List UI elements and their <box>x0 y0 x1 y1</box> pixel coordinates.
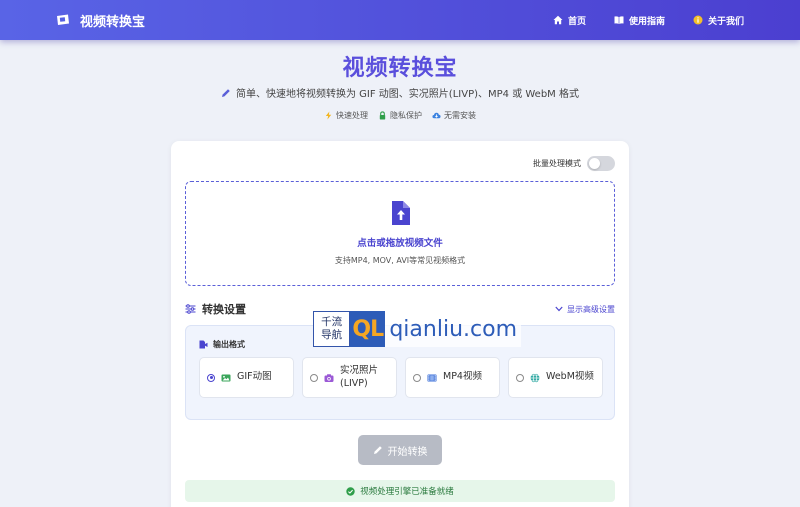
toggle-knob <box>589 158 600 169</box>
format-option-livp[interactable]: 实况照片(LIVP) <box>302 357 397 398</box>
book-icon <box>614 16 624 24</box>
film-icon <box>57 14 69 25</box>
chevron-down-icon <box>555 306 563 312</box>
start-convert-label: 开始转换 <box>387 446 428 458</box>
image-icon <box>221 374 231 381</box>
radio-button[interactable] <box>310 373 318 382</box>
sliders-icon <box>185 304 196 314</box>
watermark-line1: 千流 <box>321 316 343 329</box>
status-message: 视频处理引擎已准备就绪 <box>185 480 615 502</box>
dropzone-subtitle: 支持MP4, MOV, AVI等常见视频格式 <box>334 256 466 265</box>
page-title: 视频转换宝 <box>342 56 458 81</box>
nav-link-label: 使用指南 <box>628 16 665 27</box>
batch-mode-toggle[interactable] <box>587 156 615 171</box>
batch-mode-label: 批量处理模式 <box>533 159 581 168</box>
brand[interactable]: 视频转换宝 <box>56 11 145 30</box>
feature-privacy: 隐私保护 <box>378 110 422 121</box>
nav-link-label: 关于我们 <box>707 16 744 27</box>
feature-label: 快速处理 <box>336 111 368 120</box>
feature-no-install: 无需安装 <box>432 110 476 121</box>
nav-link-label: 首页 <box>567 16 586 27</box>
watermark-domain: qianliu.com <box>385 311 521 347</box>
film-icon <box>427 374 437 381</box>
status-text: 视频处理引擎已准备就绪 <box>360 487 454 497</box>
camera-icon <box>324 373 334 382</box>
settings-title: 转换设置 <box>185 301 246 317</box>
format-option-gif[interactable]: GIF动图 <box>199 357 294 398</box>
advanced-settings-toggle[interactable]: 显示高级设置 <box>555 304 615 315</box>
page-subtitle: 简单、快速地将视频转换为 GIF 动图、实况照片(LIVP)、MP4 或 Web… <box>0 85 800 100</box>
file-upload-icon <box>392 201 410 225</box>
lock-icon <box>379 111 386 120</box>
nav-link-guide[interactable]: 使用指南 <box>614 14 665 27</box>
brand-name: 视频转换宝 <box>80 14 146 30</box>
format-option-label: MP4视频 <box>443 371 482 383</box>
format-option-mp4[interactable]: MP4视频 <box>405 357 500 398</box>
format-option-label: 实况照片(LIVP) <box>340 364 379 389</box>
nav-links: 首页 使用指南 关于我们 <box>553 14 744 27</box>
feature-label: 无需安装 <box>444 111 476 120</box>
radio-button[interactable] <box>207 373 215 382</box>
nav-link-about[interactable]: 关于我们 <box>693 14 744 27</box>
format-options: GIF动图 实况照片(LIVP) MP4视频 WebM视频 <box>199 357 603 398</box>
lightning-icon <box>325 111 332 120</box>
watermark-logo: QL <box>350 311 386 347</box>
info-icon <box>693 15 703 25</box>
cloud-icon <box>432 112 441 119</box>
radio-button[interactable] <box>516 373 524 382</box>
check-circle-icon <box>346 486 355 496</box>
settings-title-text: 转换设置 <box>202 303 246 316</box>
format-option-label: GIF动图 <box>237 371 272 383</box>
watermark: 千流 导航 QL qianliu.com <box>313 311 521 347</box>
dropzone-title: 点击或拖放视频文件 <box>357 238 443 249</box>
output-format-text: 输出格式 <box>213 340 245 349</box>
page-subtitle-text: 简单、快速地将视频转换为 GIF 动图、实况照片(LIVP)、MP4 或 Web… <box>236 89 579 100</box>
feature-fast: 快速处理 <box>324 110 368 121</box>
globe-icon <box>530 372 540 383</box>
advanced-settings-label: 显示高级设置 <box>567 304 615 314</box>
watermark-cn-box: 千流 导航 <box>313 311 351 347</box>
feature-list: 快速处理 隐私保护 无需安装 <box>0 110 800 121</box>
feature-label: 隐私保护 <box>390 111 422 120</box>
magic-wand-icon <box>373 446 382 454</box>
file-dropzone[interactable]: 点击或拖放视频文件 支持MP4, MOV, AVI等常见视频格式 <box>185 181 615 286</box>
output-format-label: 输出格式 <box>199 339 245 350</box>
batch-mode-row: 批量处理模式 <box>533 156 615 171</box>
nav-link-home[interactable]: 首页 <box>553 14 586 27</box>
format-option-label: WebM视频 <box>546 371 594 383</box>
start-convert-button[interactable]: 开始转换 <box>358 435 442 465</box>
radio-button[interactable] <box>413 373 421 382</box>
format-option-webm[interactable]: WebM视频 <box>508 357 603 398</box>
top-navbar: 视频转换宝 首页 使用指南 关于我们 <box>0 0 800 40</box>
file-video-icon <box>199 340 208 349</box>
home-icon <box>553 15 563 25</box>
pencil-icon <box>222 88 230 97</box>
watermark-line2: 导航 <box>321 329 343 341</box>
